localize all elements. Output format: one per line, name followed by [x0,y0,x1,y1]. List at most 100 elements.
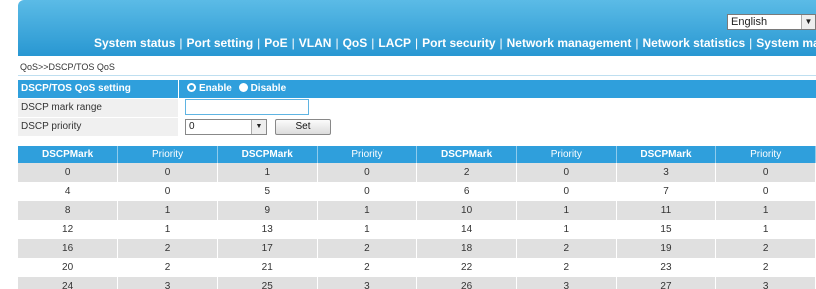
table-row: 12 1 13 1 14 1 15 1 [18,220,816,239]
table-cell: 0 [516,163,617,182]
table-cell: 10 [416,201,517,220]
table-cell: 1 [516,220,617,239]
table-cell: 14 [416,220,517,239]
table-cell: 0 [117,182,218,201]
nav-separator: | [635,36,639,50]
nav-item[interactable]: System status [94,36,175,50]
priority-selected: 0 [189,121,195,132]
disable-label[interactable]: Disable [251,83,287,94]
chevron-down-icon: ▼ [251,120,266,134]
table-cell: 18 [416,239,517,258]
main-nav: System status | Port setting | PoE | VLAN | QoS |… [94,36,816,50]
nav-item[interactable]: Network statistics [642,36,745,50]
table-cell: 0 [18,163,119,182]
language-select[interactable]: English ▼ [727,14,816,30]
table-cell: 0 [715,182,816,201]
table-cell: 15 [616,220,717,239]
mark-range-label: DSCP mark range [18,99,178,117]
priority-row: DSCP priority 0 ▼ Set [18,118,816,137]
table-row: 24 3 25 3 26 3 27 3 [18,277,816,289]
column-header: Priority [117,146,218,163]
table-cell: 3 [516,277,617,289]
table-row: 16 2 17 2 18 2 19 2 [18,239,816,258]
nav-item[interactable]: Port security [422,36,495,50]
table-cell: 2 [715,258,816,277]
priority-label: DSCP priority [18,118,178,136]
qos-settings-panel: DSCP/TOS QoS setting Enable Disable DSCP… [18,80,816,137]
table-cell: 21 [217,258,318,277]
table-cell: 2 [516,239,617,258]
priority-select[interactable]: 0 ▼ [185,119,267,135]
nav-separator: | [749,36,753,50]
table-cell: 0 [516,182,617,201]
table-cell: 2 [317,239,418,258]
nav-separator: | [371,36,375,50]
dscp-table: DSCPMark Priority DSCPMark Priority DSCPMark… [18,146,816,289]
table-cell: 27 [616,277,717,289]
table-cell: 2 [317,258,418,277]
table-cell: 1 [715,201,816,220]
table-cell: 0 [117,163,218,182]
nav-separator: | [257,36,261,50]
table-cell: 6 [416,182,517,201]
nav-item[interactable]: LACP [378,36,411,50]
header-bar: English ▼ System status | Port setting | PoE… [18,0,816,56]
table-header-row: DSCPMark Priority DSCPMark Priority DSCPMark… [18,146,816,163]
app-frame: English ▼ System status | Port setting | PoE… [18,0,816,289]
table-cell: 24 [18,277,119,289]
table-cell: 3 [317,277,418,289]
nav-separator: | [291,36,295,50]
nav-item[interactable]: VLAN [299,36,332,50]
table-cell: 0 [317,163,418,182]
qos-setting-label: DSCP/TOS QoS setting [18,80,178,98]
table-cell: 1 [317,220,418,239]
table-cell: 3 [117,277,218,289]
column-header: DSCPMark [217,146,318,163]
table-body: 0 0 1 0 2 0 3 0 4 0 5 0 6 0 7 0 8 1 9 1 10 1 11 1 12 1 13 1 14 1 15 1 16… [18,163,816,289]
table-cell: 0 [715,163,816,182]
mark-range-row: DSCP mark range [18,99,816,118]
table-cell: 2 [416,163,517,182]
nav-item[interactable]: Network management [507,36,632,50]
nav-separator: | [179,36,183,50]
enable-radio[interactable] [187,83,196,92]
language-selected: English [731,16,768,28]
table-cell: 20 [18,258,119,277]
table-cell: 2 [715,239,816,258]
column-header: Priority [715,146,816,163]
table-cell: 13 [217,220,318,239]
nav-separator: | [335,36,339,50]
table-cell: 9 [217,201,318,220]
nav-item[interactable]: QoS [343,36,368,50]
table-row: 00102030 [18,163,816,182]
table-cell: 2 [117,258,218,277]
nav-item[interactable]: Port setting [187,36,254,50]
set-button[interactable]: Set [275,119,331,135]
table-cell: 3 [715,277,816,289]
table-cell: 4 [18,182,119,201]
table-cell: 1 [217,163,318,182]
nav-item[interactable]: PoE [264,36,287,50]
table-cell: 12 [18,220,119,239]
table-cell: 1 [317,201,418,220]
table-row: 40506070 [18,182,816,201]
table-cell: 25 [217,277,318,289]
disable-radio[interactable] [238,83,248,92]
table-cell: 23 [616,258,717,277]
breadcrumb: QoS>>DSCP/TOS QoS [18,56,816,76]
table-row: 8 1 9 1 10 1 11 1 [18,201,816,220]
nav-item[interactable]: System management [756,36,816,50]
enable-label[interactable]: Enable [199,83,232,94]
table-cell: 5 [217,182,318,201]
table-cell: 22 [416,258,517,277]
mark-range-input[interactable] [185,99,309,115]
table-cell: 1 [516,201,617,220]
column-header: DSCPMark [616,146,717,163]
table-cell: 1 [117,201,218,220]
table-cell: 26 [416,277,517,289]
table-cell: 16 [18,239,119,258]
nav-separator: | [499,36,503,50]
table-cell: 0 [317,182,418,201]
chevron-down-icon: ▼ [801,15,815,29]
table-cell: 2 [117,239,218,258]
